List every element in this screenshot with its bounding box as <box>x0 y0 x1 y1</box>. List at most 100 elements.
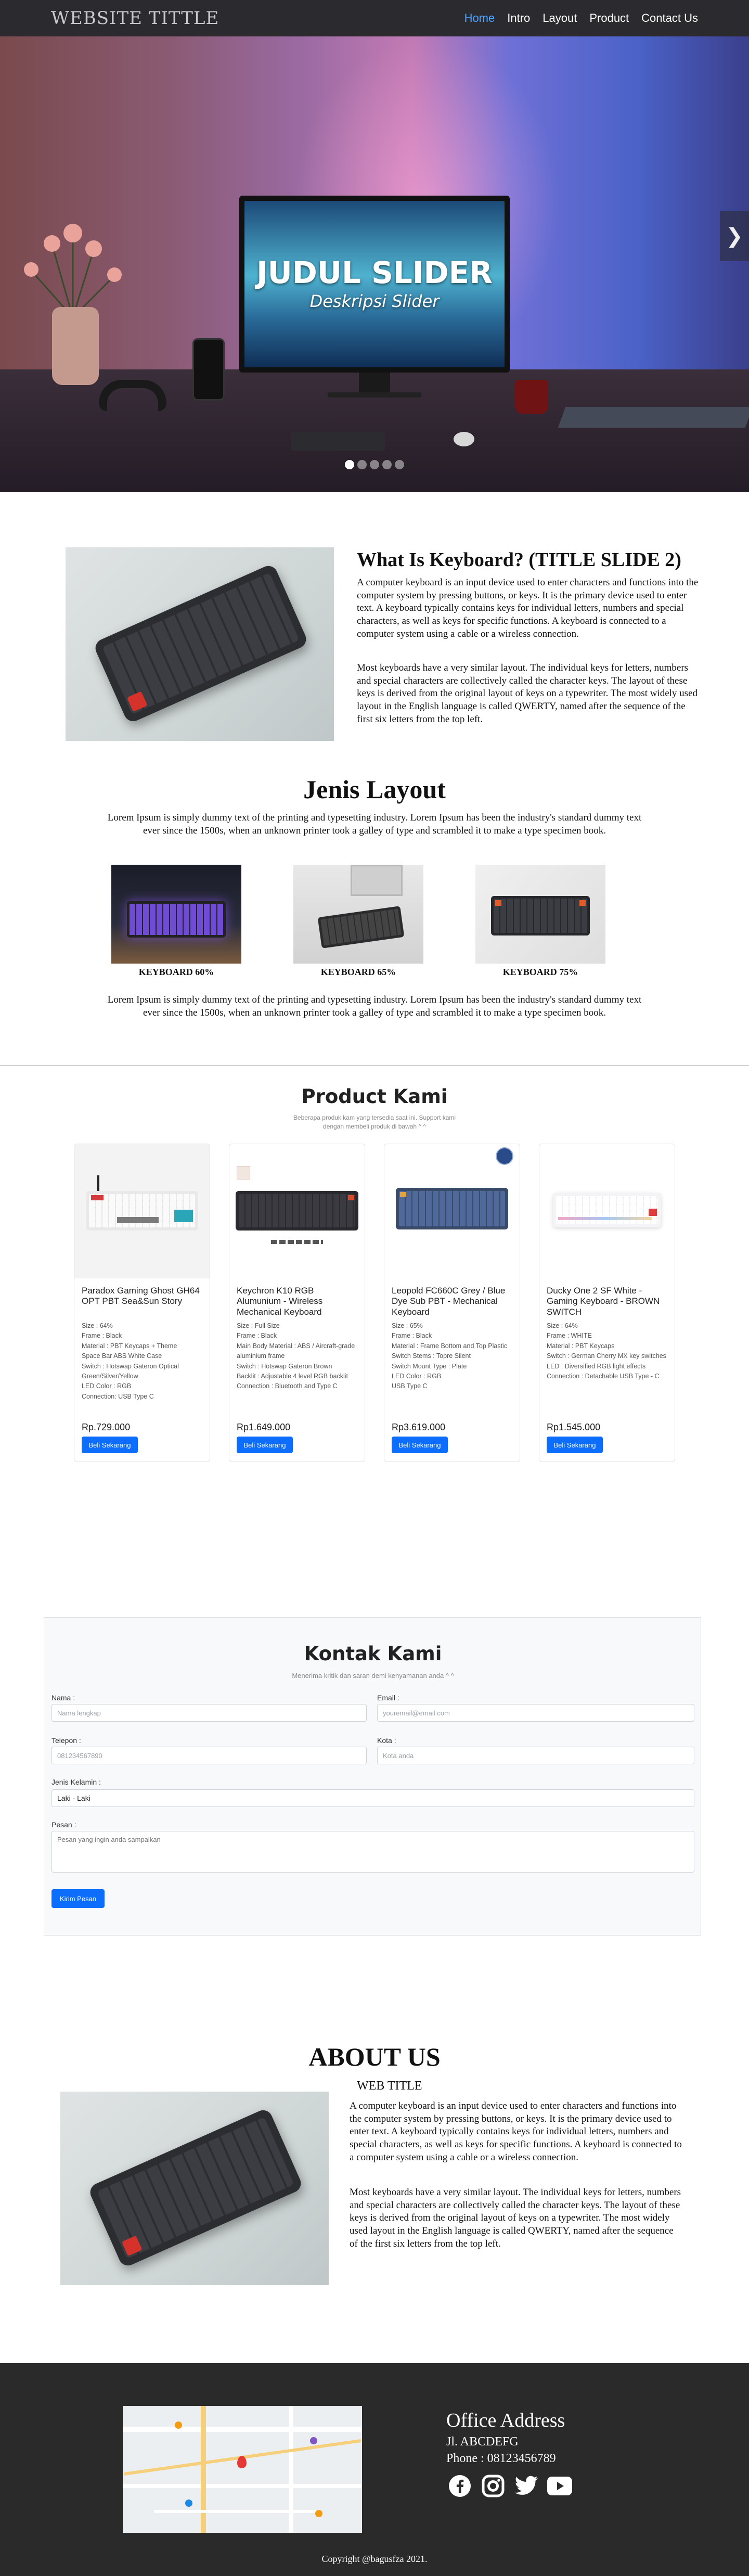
buy-now-button[interactable]: Beli Sekarang <box>237 1437 293 1453</box>
nav-link-home[interactable]: Home <box>464 11 495 25</box>
map-pin-icon <box>237 2456 247 2468</box>
product-name: Leopold FC660C Grey / Blue Dye Sub PBT -… <box>392 1286 506 1317</box>
spec-line: LED Color : RGB <box>392 1372 442 1380</box>
product-name: Keychron K10 RGB Alumunium - Wireless Me… <box>237 1286 323 1317</box>
instagram-icon[interactable] <box>480 2472 507 2500</box>
youtube-icon[interactable] <box>546 2472 573 2500</box>
spec-line: Size : 64% <box>547 1322 578 1329</box>
spec-line: Frame : WHITE <box>547 1332 592 1340</box>
spec-line: Switch Mount Type : Plate <box>392 1362 467 1370</box>
buy-now-button[interactable]: Beli Sekarang <box>392 1437 448 1453</box>
email-label: Email : <box>377 1694 399 1702</box>
spec-line: Backlit : Adjustable 4 level RGB backlit <box>237 1372 348 1380</box>
city-field[interactable] <box>377 1747 694 1764</box>
name-label: Nama : <box>51 1694 75 1702</box>
monitor-base <box>328 392 421 398</box>
product-specs: Size : 65% Frame : Black Material : Fram… <box>392 1321 514 1392</box>
copyright-text: Copyright @bagusfza 2021. <box>321 2554 428 2564</box>
intro-title: What Is Keyboard? (TITLE SLIDE 2) <box>357 549 681 571</box>
phone-field[interactable] <box>51 1747 367 1764</box>
carousel-next-button[interactable]: ❯ <box>720 211 749 261</box>
office-title: Office Address <box>446 2410 565 2431</box>
navbar: WEBSITE TITTLE Home Intro Layout Product… <box>0 0 749 36</box>
about-paragraph: Most keyboards have a very similar layou… <box>350 2187 681 2249</box>
footer <box>0 2363 749 2576</box>
about-keyboard-photo <box>60 2092 329 2285</box>
hero-title: JUDUL SLIDER <box>256 255 493 290</box>
office-map[interactable] <box>123 2406 362 2533</box>
map-marker-icon <box>315 2510 322 2517</box>
product-image <box>74 1144 210 1278</box>
product-price: Rp1.649.000 <box>237 1422 291 1432</box>
phone-label: Telepon : <box>51 1736 81 1745</box>
carousel-indicators <box>0 460 749 469</box>
layout-label: KEYBOARD 60% <box>138 967 214 977</box>
facebook-icon[interactable] <box>446 2472 473 2500</box>
contact-title: Kontak Kami <box>304 1643 442 1665</box>
spec-line: Frame : Black <box>82 1332 122 1340</box>
email-field[interactable] <box>377 1704 694 1722</box>
product-name: Ducky One 2 SF White - Gaming Keyboard -… <box>547 1286 660 1317</box>
nav-link-layout[interactable]: Layout <box>543 11 577 25</box>
nav-links: Home Intro Layout Product Contact Us <box>452 11 698 25</box>
phone-illustration <box>192 338 225 401</box>
spec-line: Main Body Material : ABS / Aircraft-grad… <box>237 1342 355 1360</box>
spec-line: Switch : Hotswap Gateron Brown <box>237 1362 332 1370</box>
spec-line: Switch : German Cherry MX key switches <box>547 1352 666 1360</box>
product-card: Leopold FC660C Grey / Blue Dye Sub PBT -… <box>384 1144 520 1462</box>
spec-line: Size : 64% <box>82 1322 113 1329</box>
carousel-indicator[interactable] <box>345 460 354 469</box>
nav-link-product[interactable]: Product <box>589 11 629 25</box>
intro-paragraph: A computer keyboard is an input device u… <box>357 577 699 639</box>
layout-image-65 <box>293 865 423 964</box>
spec-line: Connection : Detachable USB Type - C <box>547 1372 660 1380</box>
spec-line: USB Type C <box>392 1382 428 1390</box>
vase-illustration <box>52 307 99 385</box>
keyboard-photo <box>66 547 334 741</box>
nav-link-contact[interactable]: Contact Us <box>641 11 698 25</box>
name-field[interactable] <box>51 1704 367 1722</box>
message-label: Pesan : <box>51 1821 76 1829</box>
spec-line: Switch : Hotswap Gateron Optical Green/S… <box>82 1362 179 1380</box>
carousel-indicator[interactable] <box>395 460 404 469</box>
gender-select-value: Laki - Laki <box>57 1794 91 1802</box>
spec-line: Material : PBT Keycaps + Theme <box>82 1342 177 1350</box>
product-price: Rp.729.000 <box>82 1422 131 1432</box>
spec-line: Switch Stems : Topre Silent <box>392 1352 471 1360</box>
office-address: Jl. ABCDEFG <box>446 2435 519 2449</box>
spec-line: LED : Diversified RGB light effects <box>547 1362 646 1370</box>
layout-image-60 <box>111 865 241 964</box>
product-card: Paradox Gaming Ghost GH64 OPT PBT Sea&Su… <box>74 1144 210 1462</box>
product-card: Ducky One 2 SF White - Gaming Keyboard -… <box>539 1144 675 1462</box>
hero-subtitle: Deskripsi Slider <box>309 291 440 311</box>
plant-illustration <box>24 224 122 317</box>
send-message-button[interactable]: Kirim Pesan <box>51 1889 105 1908</box>
products-title: Product Kami <box>301 1085 448 1108</box>
products-subtitle: Beberapa produk kam yang tersedia saat i… <box>293 1114 456 1130</box>
nav-link-intro[interactable]: Intro <box>507 11 530 25</box>
laptop-illustration <box>558 407 749 428</box>
twitter-icon[interactable] <box>513 2472 540 2500</box>
hero-carousel: JUDUL SLIDER Deskripsi Slider ❯ <box>0 36 749 492</box>
desk-keyboard-illustration <box>291 432 385 451</box>
message-field[interactable] <box>51 1831 694 1873</box>
spec-line: Connection : Bluetooth and Type C <box>237 1382 338 1390</box>
brand-badge-icon <box>496 1147 513 1165</box>
buy-now-button[interactable]: Beli Sekarang <box>547 1437 603 1453</box>
layout-image-75 <box>475 865 605 964</box>
chevron-right-icon: ❯ <box>726 224 743 248</box>
spec-line: Connection: USB Type C <box>82 1392 154 1400</box>
site-brand[interactable]: WEBSITE TITTLE <box>51 8 219 29</box>
buy-now-button[interactable]: Beli Sekarang <box>82 1437 138 1453</box>
mouse-illustration <box>454 432 474 446</box>
gender-label: Jenis Kelamin : <box>51 1778 101 1786</box>
about-paragraph: A computer keyboard is an input device u… <box>350 2100 682 2163</box>
carousel-indicator[interactable] <box>370 460 379 469</box>
product-specs: Size : 64% Frame : WHITE Material : PBT … <box>547 1321 669 1381</box>
carousel-indicator[interactable] <box>382 460 392 469</box>
gender-select[interactable]: Laki - Laki <box>51 1789 694 1807</box>
spec-line: Material : Frame Bottom and Top Plastic <box>392 1342 508 1350</box>
product-image <box>229 1144 365 1278</box>
carousel-indicator[interactable] <box>357 460 367 469</box>
product-price: Rp1.545.000 <box>547 1422 601 1432</box>
